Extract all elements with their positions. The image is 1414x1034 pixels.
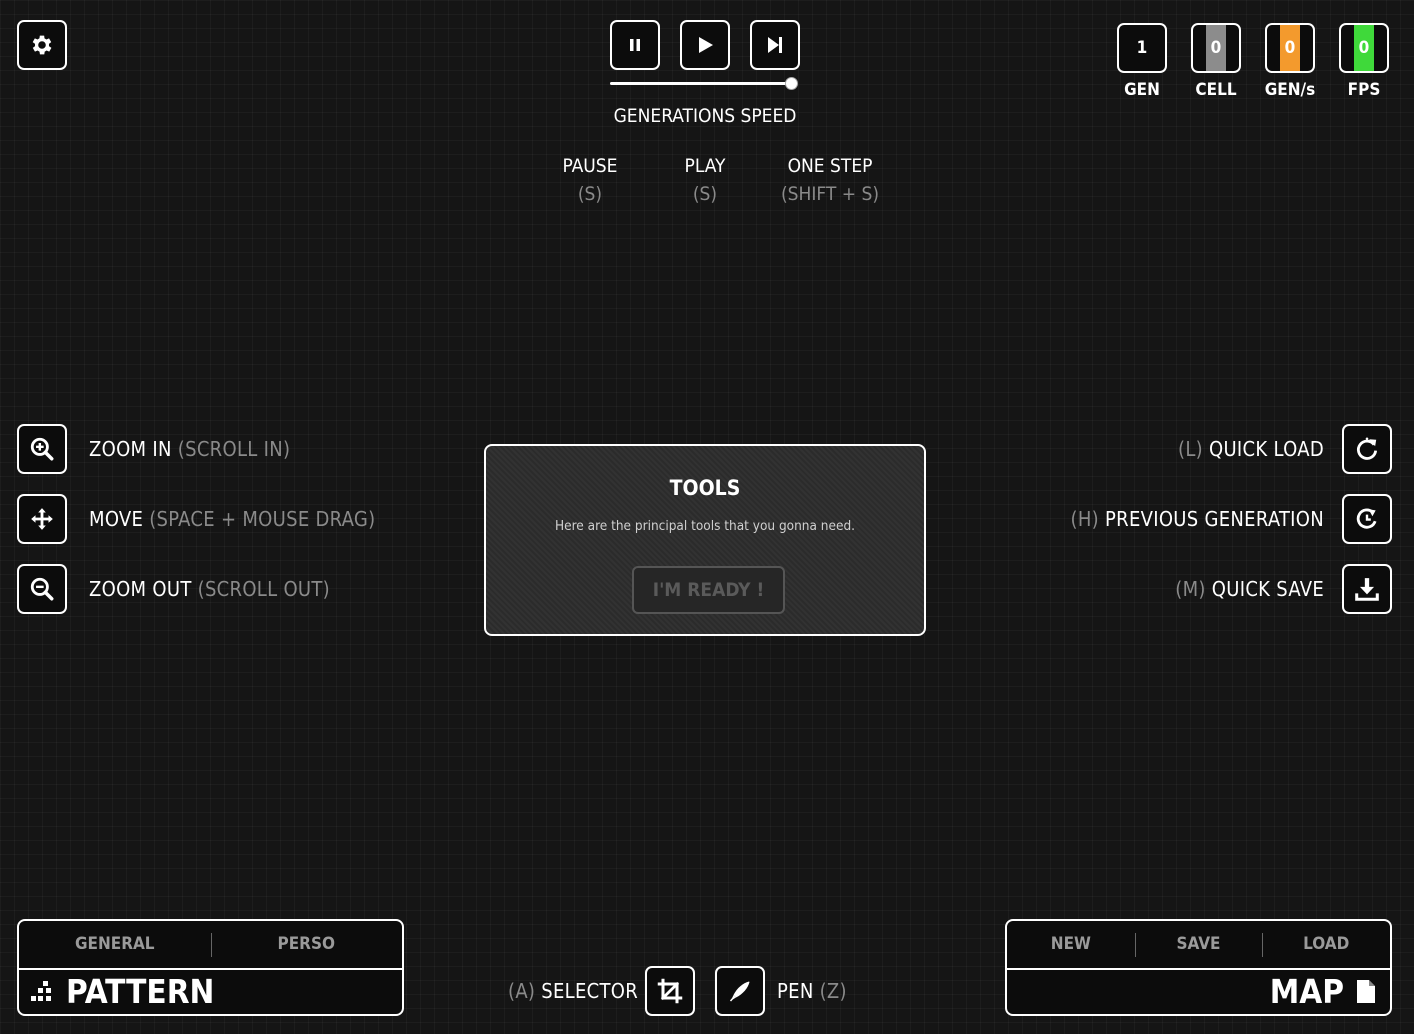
pen-icon xyxy=(728,979,752,1003)
gear-icon xyxy=(29,32,55,58)
zoom-out-label-group: ZOOM OUT (SCROLL OUT) xyxy=(89,577,330,601)
quick-load-label-group: (L) QUICK LOAD xyxy=(1178,437,1324,461)
shortcut-one-step-label: ONE STEP xyxy=(787,155,873,177)
stat-cell-box: 0 xyxy=(1191,23,1241,73)
speed-slider-thumb[interactable] xyxy=(785,77,798,90)
play-button[interactable] xyxy=(680,20,730,70)
shortcut-play-key: (S) xyxy=(692,183,718,205)
previous-generation-key: (H) xyxy=(1070,507,1099,531)
move-label: MOVE xyxy=(89,507,144,531)
stat-cell-label: CELL xyxy=(1195,80,1237,100)
pause-icon xyxy=(627,37,643,53)
zoom-in-icon xyxy=(29,436,55,462)
shortcut-play-label: PLAY xyxy=(684,155,726,177)
tab-perso[interactable]: PERSO xyxy=(210,921,403,968)
previous-generation-button[interactable] xyxy=(1342,494,1392,544)
move-button[interactable] xyxy=(17,494,67,544)
pause-button[interactable] xyxy=(610,20,660,70)
stat-gen-label: GEN xyxy=(1124,80,1160,100)
previous-generation-icon xyxy=(1354,506,1380,532)
crop-icon xyxy=(656,977,684,1005)
shortcut-one-step: ONE STEP (SHIFT + S) xyxy=(765,152,895,208)
stat-fps-label: FPS xyxy=(1347,80,1381,100)
modal-text: Here are the principal tools that you go… xyxy=(554,518,856,534)
shortcut-pause-key: (S) xyxy=(577,183,603,205)
zoom-in-hint: (SCROLL IN) xyxy=(177,437,291,461)
pattern-panel: GENERAL PERSO PATTERN xyxy=(17,919,404,1016)
tab-save[interactable]: SAVE xyxy=(1134,921,1263,968)
stat-gen-box: 1 xyxy=(1117,23,1167,73)
quick-load-button[interactable] xyxy=(1342,424,1392,474)
pen-button[interactable] xyxy=(715,966,765,1016)
tab-load[interactable]: LOAD xyxy=(1262,921,1390,968)
shortcut-pause-label: PAUSE xyxy=(562,155,618,177)
selector-button[interactable] xyxy=(645,966,695,1016)
quick-save-key: (M) xyxy=(1175,577,1206,601)
quick-load-label: QUICK LOAD xyxy=(1209,437,1324,461)
move-label-group: MOVE (SPACE + MOUSE DRAG) xyxy=(89,507,375,531)
previous-generation-label: PREVIOUS GENERATION xyxy=(1105,507,1324,531)
stat-gens-label: GEN/s xyxy=(1264,80,1316,100)
quick-save-label-group: (M) QUICK SAVE xyxy=(1175,577,1324,601)
selector-label: SELECTOR xyxy=(541,979,639,1003)
previous-generation-label-group: (H) PREVIOUS GENERATION xyxy=(1071,507,1324,531)
tools-modal: TOOLS Here are the principal tools that … xyxy=(484,444,926,636)
move-hint: (SPACE + MOUSE DRAG) xyxy=(149,507,376,531)
zoom-in-button[interactable] xyxy=(17,424,67,474)
file-icon xyxy=(1356,979,1376,1008)
shortcut-one-step-key: (SHIFT + S) xyxy=(780,183,880,205)
modal-title: TOOLS xyxy=(669,476,741,500)
stat-gen-value: 1 xyxy=(1136,38,1148,58)
stat-fps-value: 0 xyxy=(1358,38,1370,58)
settings-button[interactable] xyxy=(17,20,67,70)
ready-button[interactable]: I'M READY ! xyxy=(632,566,785,614)
next-step-icon xyxy=(765,35,785,55)
one-step-button[interactable] xyxy=(750,20,800,70)
pattern-tabs: GENERAL PERSO xyxy=(19,921,402,970)
play-icon xyxy=(695,35,715,55)
zoom-in-label: ZOOM IN xyxy=(89,437,172,461)
zoom-out-button[interactable] xyxy=(17,564,67,614)
download-icon xyxy=(1354,576,1380,602)
stat-gens-box: 0 xyxy=(1265,23,1315,73)
zoom-out-label: ZOOM OUT xyxy=(89,577,192,601)
pattern-title[interactable]: PATTERN xyxy=(66,972,214,1012)
map-tabs: NEW SAVE LOAD xyxy=(1007,921,1390,970)
selector-key: (A) xyxy=(508,979,536,1003)
zoom-out-icon xyxy=(29,576,55,602)
shortcut-pause: PAUSE (S) xyxy=(540,152,640,208)
pen-label: PEN xyxy=(777,979,814,1003)
zoom-out-hint: (SCROLL OUT) xyxy=(197,577,330,601)
stat-gens-value: 0 xyxy=(1284,38,1296,58)
speed-slider-track[interactable] xyxy=(610,82,792,85)
pattern-icon xyxy=(31,979,53,1007)
move-icon xyxy=(29,506,55,532)
tab-general[interactable]: GENERAL xyxy=(19,921,211,968)
map-panel: NEW SAVE LOAD MAP xyxy=(1005,919,1392,1016)
tab-new[interactable]: NEW xyxy=(1007,921,1135,968)
shortcut-play: PLAY (S) xyxy=(655,152,755,208)
quick-save-button[interactable] xyxy=(1342,564,1392,614)
stat-fps-box: 0 xyxy=(1339,23,1389,73)
zoom-in-label-group: ZOOM IN (SCROLL IN) xyxy=(89,437,290,461)
pen-key: (Z) xyxy=(819,979,847,1003)
stat-cell-value: 0 xyxy=(1210,38,1222,58)
quick-load-icon xyxy=(1354,436,1380,462)
speed-label: GENERATIONS SPEED xyxy=(613,105,797,127)
map-title[interactable]: MAP xyxy=(1270,972,1344,1012)
quick-load-key: (L) xyxy=(1178,437,1203,461)
quick-save-label: QUICK SAVE xyxy=(1211,577,1324,601)
selector-label-group: (A) SELECTOR xyxy=(508,979,638,1003)
pen-label-group: PEN (Z) xyxy=(777,979,847,1003)
